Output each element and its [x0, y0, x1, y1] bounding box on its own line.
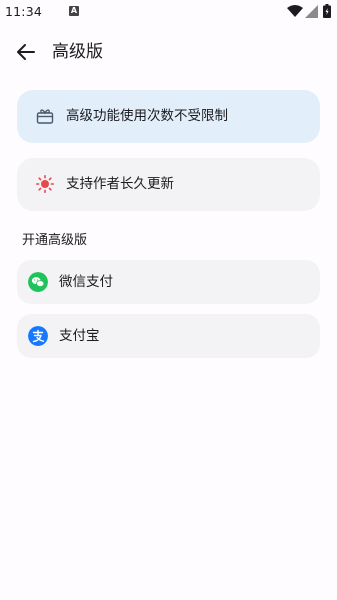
battery-icon — [323, 4, 331, 18]
status-time: 11:34 — [5, 4, 43, 19]
sun-icon — [36, 175, 54, 193]
feature-card-support: 支持作者长久更新 — [17, 158, 320, 211]
notification-icon: A — [69, 6, 79, 16]
signal-icon — [305, 5, 318, 18]
wechat-pay-button[interactable]: 微信支付 — [17, 260, 320, 304]
back-arrow-icon[interactable] — [14, 40, 38, 64]
gift-icon — [36, 109, 54, 124]
page-title: 高级版 — [52, 42, 103, 62]
wifi-icon — [287, 5, 303, 17]
feature-card-unlimited: 高级功能使用次数不受限制 — [17, 90, 320, 143]
wechat-icon — [28, 272, 48, 292]
status-bar: 11:34 A — [0, 0, 337, 24]
wechat-pay-label: 微信支付 — [59, 274, 113, 290]
feature-label-unlimited: 高级功能使用次数不受限制 — [66, 108, 228, 124]
feature-label-support: 支持作者长久更新 — [66, 176, 174, 192]
section-title: 开通高级版 — [22, 233, 88, 248]
alipay-button[interactable]: 支付宝 — [17, 314, 320, 358]
alipay-icon — [28, 326, 48, 346]
app-bar: 高级版 — [0, 30, 337, 74]
alipay-label: 支付宝 — [59, 328, 100, 344]
